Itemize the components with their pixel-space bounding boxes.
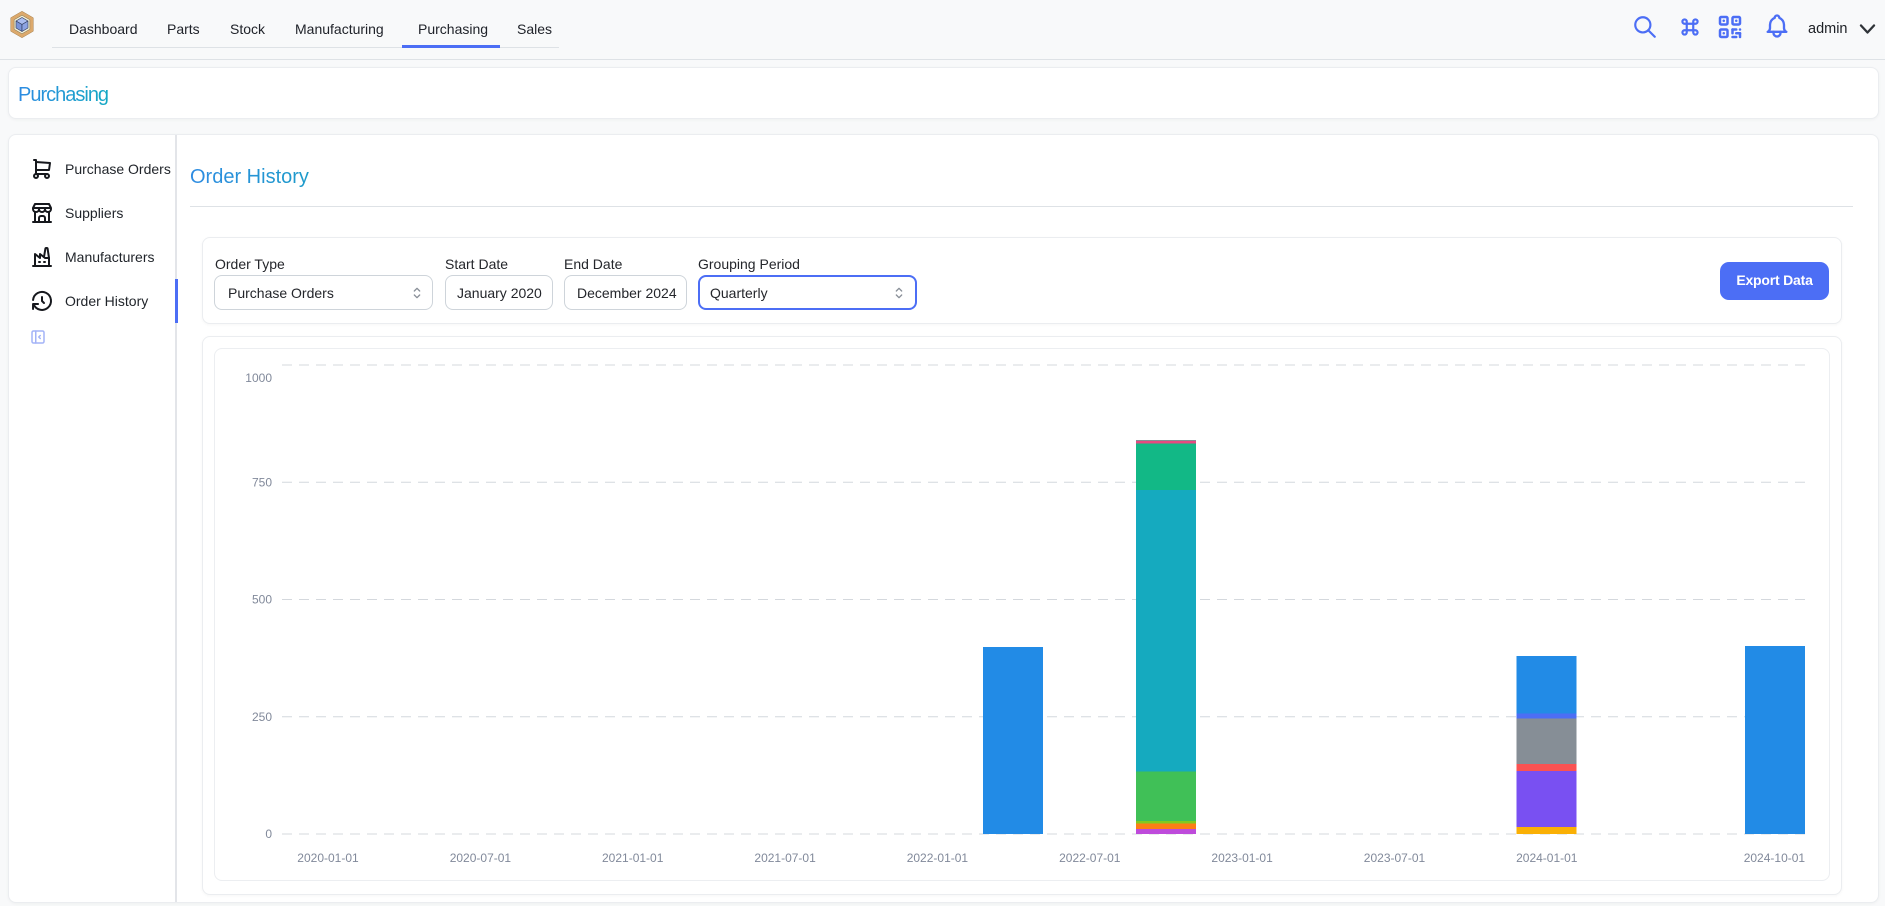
- svg-text:250: 250: [252, 710, 272, 724]
- svg-text:2020-01-01: 2020-01-01: [297, 851, 359, 865]
- svg-text:2024-10-01: 2024-10-01: [1744, 851, 1806, 865]
- svg-text:2023-01-01: 2023-01-01: [1211, 851, 1273, 865]
- svg-text:2023-07-01: 2023-07-01: [1364, 851, 1426, 865]
- svg-text:2021-07-01: 2021-07-01: [754, 851, 816, 865]
- svg-text:500: 500: [252, 593, 272, 607]
- svg-text:2022-07-01: 2022-07-01: [1059, 851, 1121, 865]
- svg-text:2020-07-01: 2020-07-01: [450, 851, 512, 865]
- svg-text:2021-01-01: 2021-01-01: [602, 851, 664, 865]
- svg-text:1000: 1000: [245, 371, 272, 385]
- svg-text:2022-01-01: 2022-01-01: [907, 851, 969, 865]
- svg-text:750: 750: [252, 475, 272, 489]
- svg-text:0: 0: [265, 827, 272, 841]
- svg-text:2024-01-01: 2024-01-01: [1516, 851, 1578, 865]
